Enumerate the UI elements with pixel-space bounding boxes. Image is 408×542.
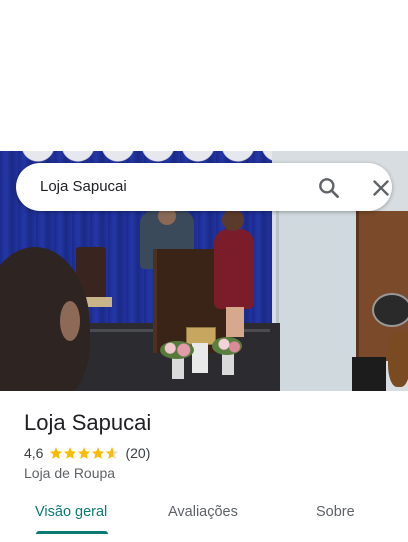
flowers	[160, 341, 194, 359]
blank-header-area	[0, 0, 408, 151]
person-woman	[214, 229, 254, 309]
search-icon[interactable]	[316, 175, 342, 201]
pedestal	[192, 343, 208, 373]
search-bar[interactable]: Loja Sapucai	[16, 163, 392, 211]
vase	[172, 357, 184, 379]
place-category: Loja de Roupa	[24, 465, 116, 481]
search-query[interactable]: Loja Sapucai	[40, 177, 127, 197]
vase	[222, 353, 234, 375]
person-woman-head	[222, 209, 244, 231]
amplifier	[352, 357, 386, 391]
star-icon	[64, 447, 77, 459]
tab-bar: Visão geral Avaliações Sobre	[0, 491, 408, 535]
star-icon	[92, 447, 105, 459]
rating-value: 4,6	[24, 445, 44, 461]
review-count[interactable]: (20)	[125, 445, 150, 461]
star-rating	[49, 446, 119, 460]
star-half-icon	[106, 447, 119, 459]
tab-about[interactable]: Sobre	[316, 503, 355, 521]
rating-row[interactable]: 4,6 (20)	[24, 444, 150, 462]
column	[276, 211, 363, 391]
close-icon[interactable]	[368, 175, 394, 201]
foreground-ear	[60, 301, 80, 341]
flowers	[212, 337, 242, 355]
guitar	[388, 331, 408, 387]
star-icon	[50, 447, 63, 459]
active-tab-indicator	[36, 531, 108, 534]
drum	[372, 293, 408, 327]
star-icon	[78, 447, 91, 459]
tab-reviews[interactable]: Avaliações	[168, 503, 238, 521]
person-woman-legs	[226, 307, 244, 337]
place-title: Loja Sapucai	[24, 410, 152, 435]
tab-overview[interactable]: Visão geral	[35, 503, 107, 521]
